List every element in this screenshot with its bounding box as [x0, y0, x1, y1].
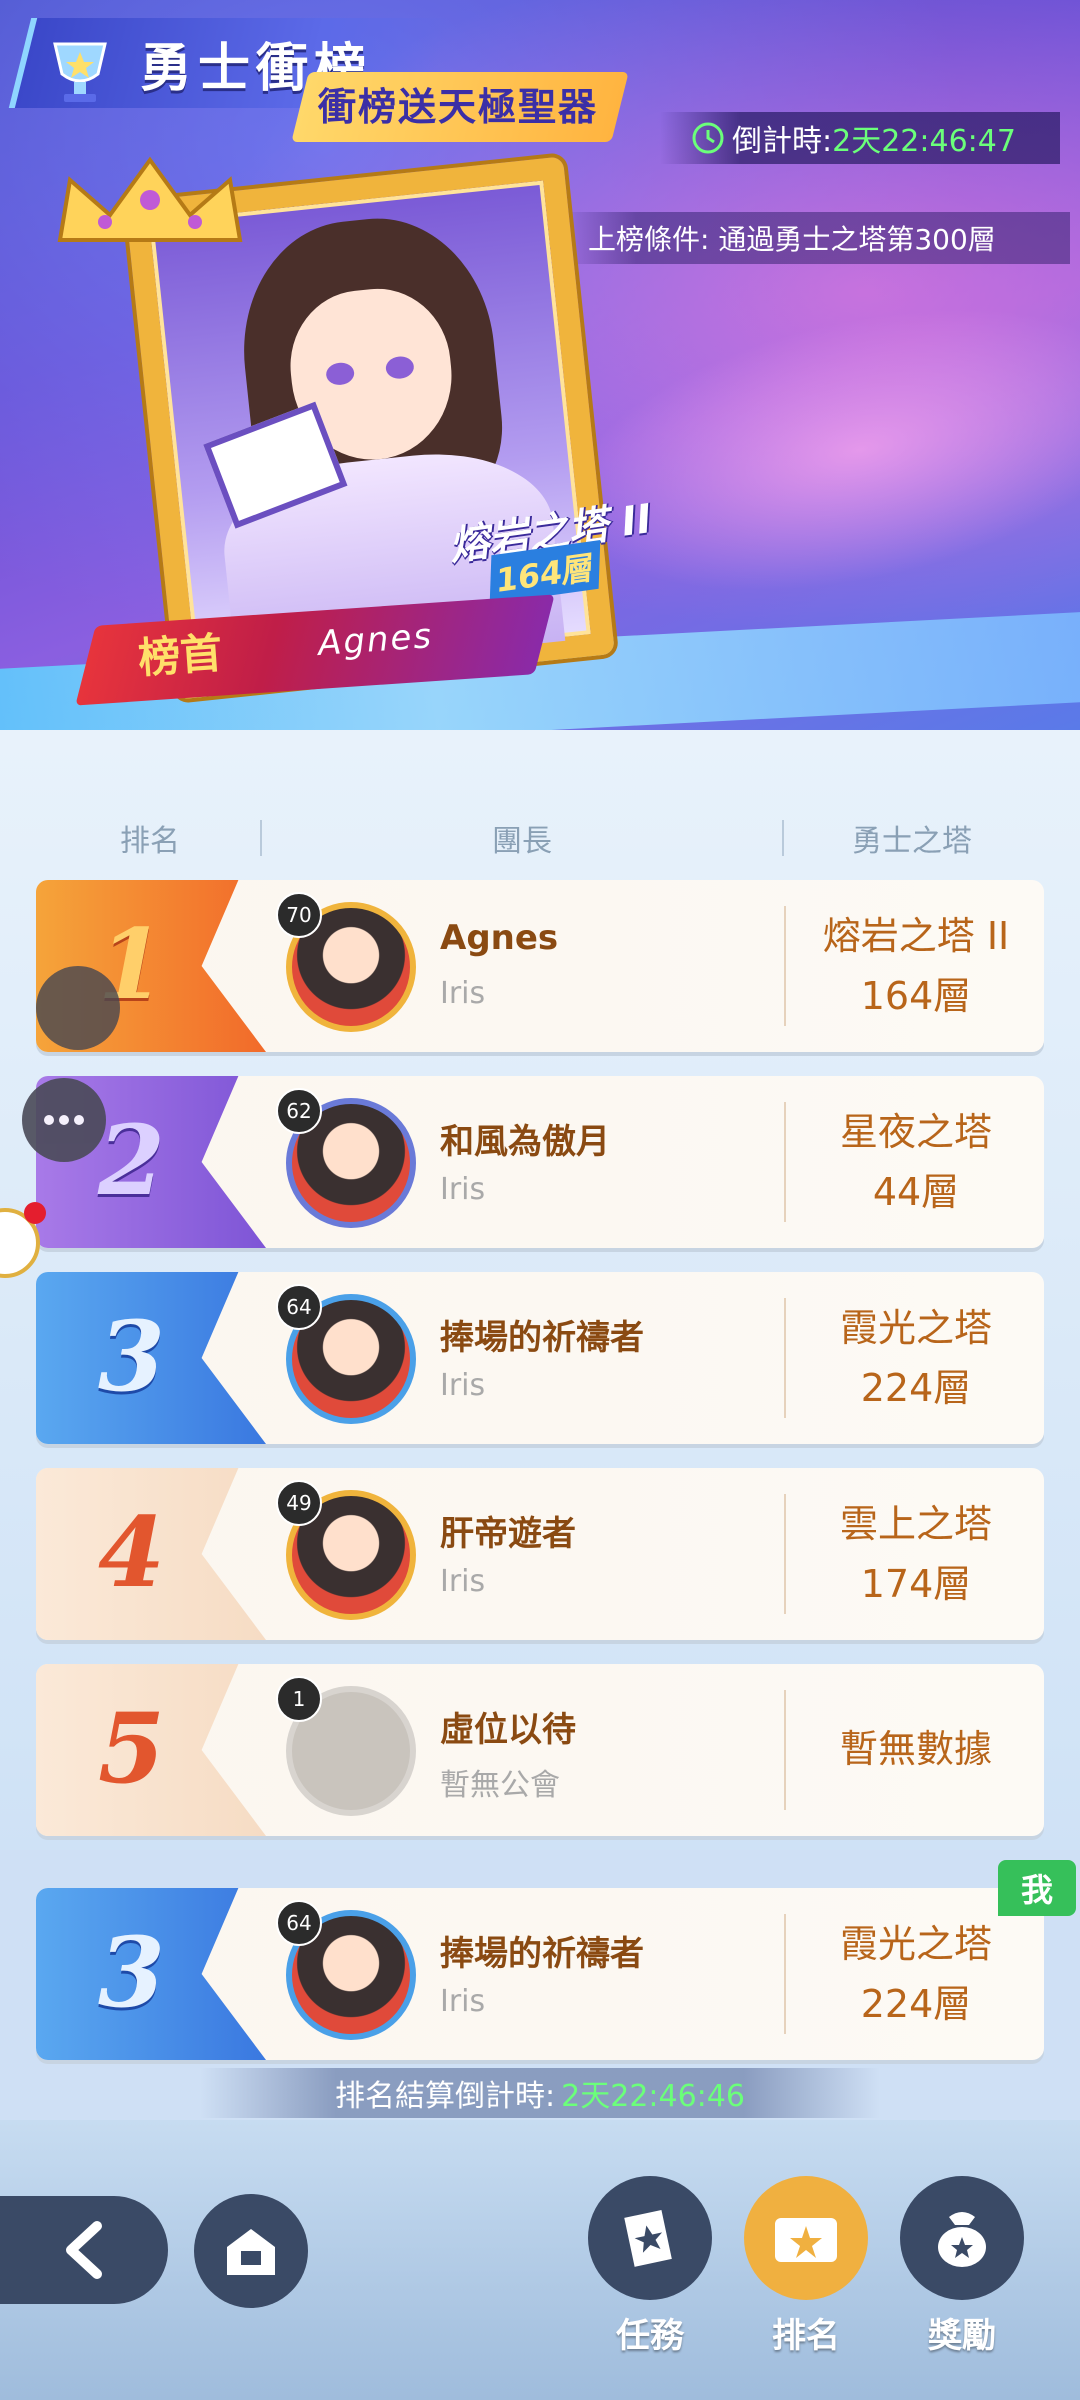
rank-number: 5 [98, 1692, 165, 1805]
tower-progress: 星夜之塔 44層 [796, 1102, 1036, 1222]
chat-dots [44, 1115, 84, 1125]
tower-name: 雲上之塔 [839, 1502, 992, 1546]
row-divider [784, 906, 786, 1026]
tower-name: 霞光之塔 [839, 1306, 992, 1350]
tower-name: 熔岩之塔 II [822, 914, 1010, 958]
player-name: 捧場的祈禱者 [440, 1318, 644, 1358]
column-header: 排名 團長 勇士之塔 [40, 810, 1040, 866]
column-leader: 團長 [492, 824, 552, 859]
top-player-label: 榜首 [136, 628, 224, 683]
ranking-board-icon [775, 2218, 837, 2262]
row-divider [784, 1494, 786, 1614]
rank-number: 2 [98, 1104, 165, 1217]
ranking-row-1[interactable]: 1 70 Agnes Iris 熔岩之塔 II 164層 [36, 880, 1044, 1052]
level-badge: 64 [276, 1284, 322, 1330]
row-divider [784, 1102, 786, 1222]
level-badge: 64 [276, 1900, 322, 1946]
player-name: 虛位以待 [440, 1710, 576, 1750]
row-divider [784, 1690, 786, 1810]
player-name: 和風為傲月 [440, 1122, 610, 1162]
level-badge: 49 [276, 1480, 322, 1526]
floating-assist-button[interactable] [36, 966, 120, 1050]
settlement-value: 2天22:46:46 [561, 2079, 745, 2114]
countdown-label: 倒計時: [732, 124, 833, 159]
ranking-row-2[interactable]: 2 62 和風為傲月 Iris 星夜之塔 44層 [36, 1076, 1044, 1248]
tower-progress: 熔岩之塔 II 164層 [796, 906, 1036, 1026]
guild-name: Iris [440, 1984, 486, 2019]
level-badge: 70 [276, 892, 322, 938]
ranking-tab-button[interactable] [744, 2176, 868, 2300]
tower-progress: 霞光之塔 224層 [796, 1914, 1036, 2034]
level-badge: 1 [276, 1676, 322, 1722]
tower-progress: 暫無數據 [796, 1719, 1036, 1779]
tower-progress: 雲上之塔 174層 [796, 1494, 1036, 1614]
chat-bubble-icon[interactable] [22, 1078, 106, 1162]
tower-floor: 224層 [860, 1366, 972, 1410]
rank-number: 3 [98, 1916, 165, 2029]
tasks-label: 任務 [616, 2316, 684, 2356]
guild-name: 暫無公會 [440, 1768, 560, 1803]
back-button[interactable] [0, 2196, 168, 2304]
rewards-label: 獎勵 [928, 2316, 996, 2356]
rank-number: 4 [98, 1496, 165, 1609]
home-icon [227, 2229, 275, 2275]
ranking-label: 排名 [772, 2316, 840, 2356]
tower-progress: 霞光之塔 224層 [796, 1298, 1036, 1418]
event-banner: 勇士衝榜 衝榜送天極聖器 倒計時: 2天22:46:47 上榜條件: 通過勇士之… [0, 0, 1080, 730]
tasks-button[interactable] [588, 2176, 712, 2300]
row-divider [784, 1914, 786, 2034]
settlement-countdown: 排名結算倒計時: 2天22:46:46 [200, 2068, 880, 2118]
home-button[interactable] [194, 2194, 308, 2308]
tower-name: 星夜之塔 [839, 1110, 992, 1154]
book-icon [624, 2210, 672, 2267]
reward-bag-icon [938, 2212, 986, 2267]
rank-number: 3 [98, 1300, 165, 1413]
event-countdown: 倒計時: 2天22:46:47 [660, 112, 1060, 164]
banner-swirl-decoration [539, 260, 1080, 640]
trophy-icon [53, 42, 107, 102]
player-name: 肝帝遊者 [440, 1514, 576, 1554]
tower-floor: 174層 [860, 1562, 972, 1606]
tower-floor: 224層 [860, 1982, 972, 2026]
tower-name: 暫無數據 [839, 1727, 992, 1771]
tower-name: 霞光之塔 [839, 1922, 992, 1966]
settlement-label: 排名結算倒計時: [335, 2079, 556, 2114]
me-badge: 我 [998, 1860, 1076, 1916]
player-name: 捧場的祈禱者 [440, 1934, 644, 1974]
ranking-row-3[interactable]: 3 64 捧場的祈禱者 Iris 霞光之塔 224層 [36, 1272, 1044, 1444]
crown-icon [57, 156, 243, 242]
tower-floor: 164層 [860, 974, 972, 1018]
guild-name: Iris [440, 1172, 486, 1207]
my-ranking-row[interactable]: 3 64 捧場的祈禱者 Iris 霞光之塔 224層 [36, 1888, 1044, 2060]
ranking-row-5[interactable]: 5 1 虛位以待 暫無公會 暫無數據 [36, 1664, 1044, 1836]
countdown-value: 2天22:46:47 [832, 124, 1016, 159]
guild-name: Iris [440, 1564, 486, 1599]
back-arrow-icon [66, 2221, 102, 2279]
tower-floor: 44層 [872, 1170, 960, 1214]
top-player-name: Agnes [316, 616, 435, 664]
notification-dot [24, 1202, 46, 1224]
column-tower: 勇士之塔 [852, 824, 972, 859]
level-badge: 62 [276, 1088, 322, 1134]
column-rank: 排名 [120, 824, 180, 859]
ranking-row-4[interactable]: 4 49 肝帝遊者 Iris 雲上之塔 174層 [36, 1468, 1044, 1640]
guild-name: Iris [440, 976, 486, 1011]
player-name: Agnes [440, 918, 559, 958]
guild-name: Iris [440, 1368, 486, 1403]
row-divider [784, 1298, 786, 1418]
ranking-condition: 上榜條件: 通過勇士之塔第300層 [560, 212, 1070, 264]
clock-icon [692, 122, 724, 154]
rewards-button[interactable] [900, 2176, 1024, 2300]
page-subtitle: 衝榜送天極聖器 [318, 85, 599, 129]
